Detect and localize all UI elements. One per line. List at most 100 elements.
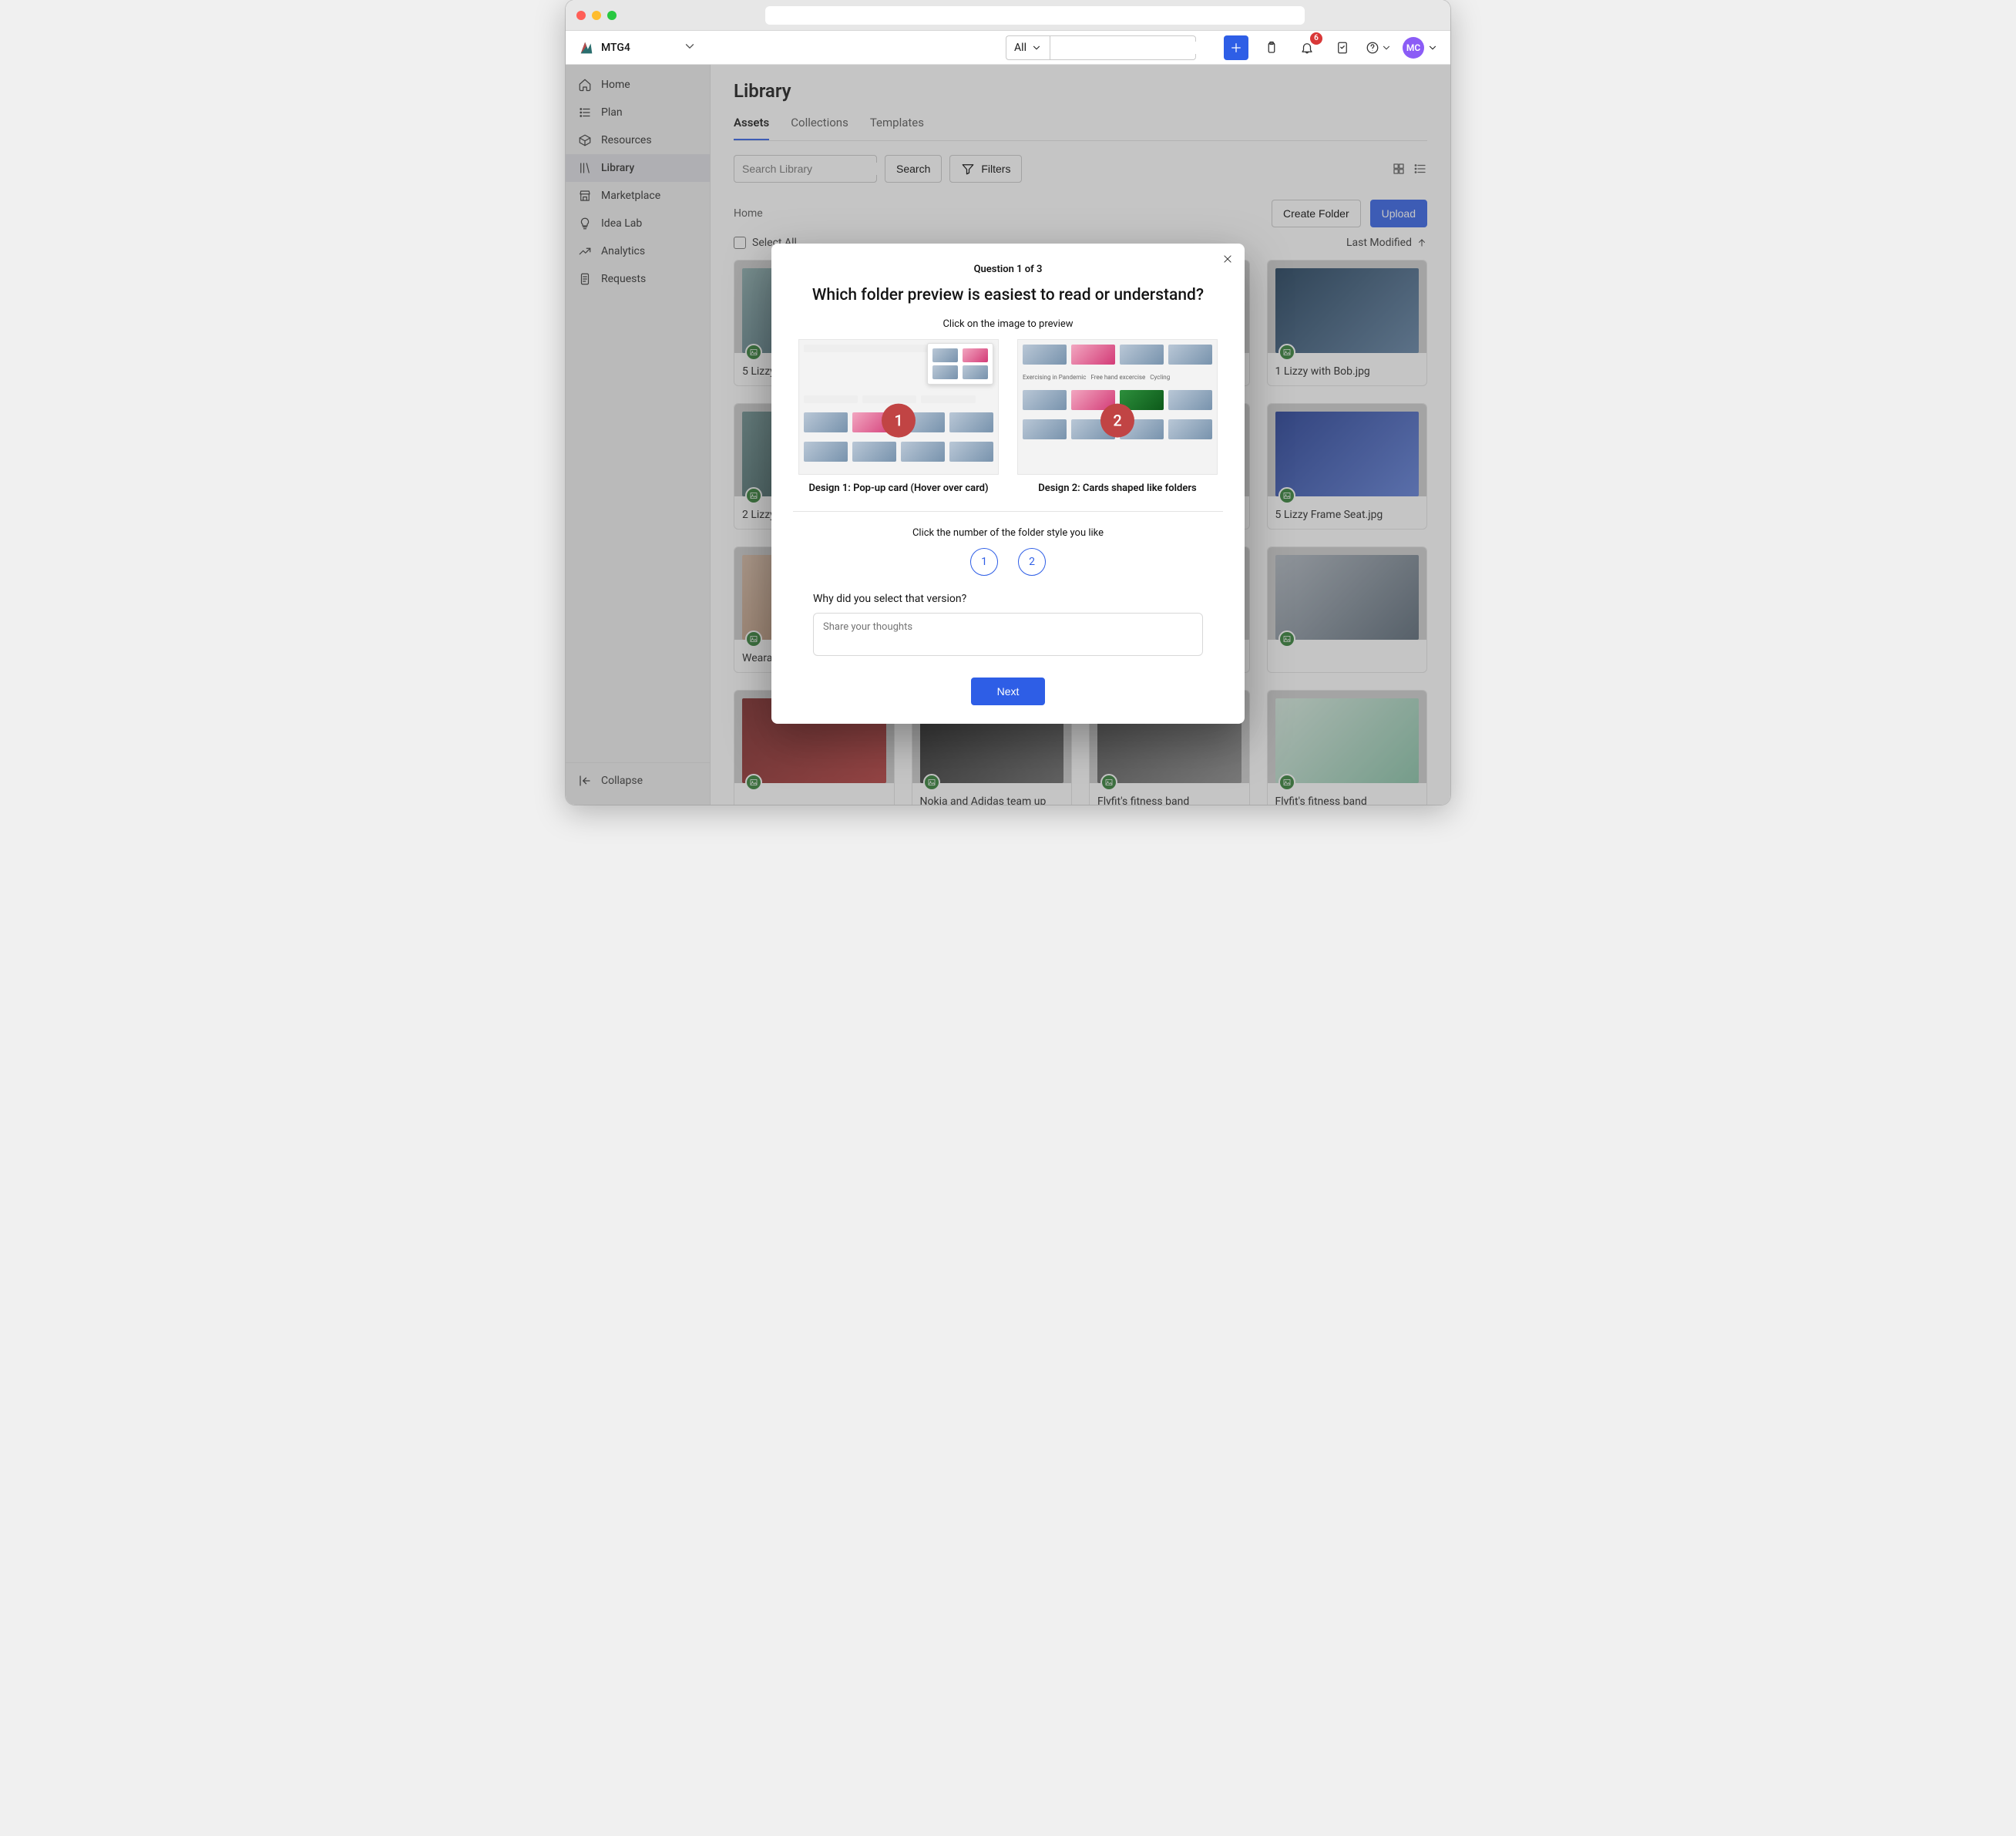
sidebar-item-idea-lab[interactable]: Idea Lab xyxy=(566,210,710,237)
why-label: Why did you select that version? xyxy=(813,593,1203,605)
close-icon xyxy=(1222,254,1233,264)
vote-2-button[interactable]: 2 xyxy=(1018,548,1046,576)
option-2[interactable]: Exercising in PandemicFree hand excercis… xyxy=(1017,339,1218,494)
app-header: MTG4 All 6 xyxy=(566,31,1450,65)
why-textarea[interactable] xyxy=(813,613,1203,656)
tab-templates[interactable]: Templates xyxy=(870,109,924,140)
window-close-dot[interactable] xyxy=(576,11,586,20)
breadcrumb-row: Home Create Folder Upload xyxy=(734,200,1427,227)
image-type-badge xyxy=(923,774,940,791)
sidebar-item-label: Resources xyxy=(601,134,652,146)
vote-1-button[interactable]: 1 xyxy=(970,548,998,576)
clipboard-button[interactable] xyxy=(1259,35,1284,60)
next-button[interactable]: Next xyxy=(971,678,1045,705)
asset-thumbnail xyxy=(1268,261,1427,353)
grid-view-icon[interactable] xyxy=(1392,162,1406,176)
asset-card[interactable]: 5 Lizzy Frame Seat.jpg xyxy=(1267,403,1428,530)
collapse-sidebar-button[interactable]: Collapse xyxy=(566,762,710,799)
library-icon xyxy=(578,161,592,175)
list-view-icon[interactable] xyxy=(1413,162,1427,176)
library-toolbar: Search Filters xyxy=(734,155,1427,183)
clipboard-icon xyxy=(1265,41,1278,55)
list-icon xyxy=(578,106,592,119)
tab-assets[interactable]: Assets xyxy=(734,109,769,140)
search-scope-label: All xyxy=(1014,42,1026,54)
arrow-up-icon xyxy=(1416,237,1427,248)
user-menu[interactable]: MC xyxy=(1403,37,1438,59)
filters-button[interactable]: Filters xyxy=(949,155,1022,183)
image-type-badge xyxy=(1278,630,1295,647)
vote-row: 1 2 xyxy=(793,548,1223,576)
sidebar-item-label: Idea Lab xyxy=(601,217,642,230)
box-icon xyxy=(578,133,592,147)
global-search-input[interactable] xyxy=(1057,42,1196,54)
sidebar-item-label: Analytics xyxy=(601,245,645,257)
bulb-icon xyxy=(578,217,592,230)
sidebar-item-analytics[interactable]: Analytics xyxy=(566,237,710,265)
sidebar: Home Plan Resources Library Marketplace Idea … xyxy=(566,65,711,805)
notification-badge: 6 xyxy=(1310,32,1322,45)
plus-icon xyxy=(1229,41,1243,55)
sidebar-item-label: Library xyxy=(601,162,634,174)
doc-icon xyxy=(578,272,592,286)
option-1[interactable]: 1 Design 1: Pop-up card (Hover over card… xyxy=(798,339,999,494)
asset-thumbnail xyxy=(1268,691,1427,783)
sort-label: Last Modified xyxy=(1346,237,1412,249)
window-max-dot[interactable] xyxy=(607,11,617,20)
sidebar-item-plan[interactable]: Plan xyxy=(566,99,710,126)
chevron-down-icon xyxy=(1427,42,1438,53)
asset-card[interactable]: Flyfit's fitness band attaches... xyxy=(1267,690,1428,805)
sidebar-item-label: Plan xyxy=(601,106,623,119)
checkbox-icon xyxy=(734,237,746,249)
asset-thumbnail xyxy=(1268,404,1427,496)
window-min-dot[interactable] xyxy=(592,11,601,20)
create-folder-button[interactable]: Create Folder xyxy=(1272,200,1361,227)
library-search-input[interactable] xyxy=(742,163,882,175)
tab-collections[interactable]: Collections xyxy=(791,109,848,140)
modal-options: 1 Design 1: Pop-up card (Hover over card… xyxy=(793,339,1223,512)
search-button[interactable]: Search xyxy=(885,155,942,183)
sort-control[interactable]: Last Modified xyxy=(1346,237,1427,249)
workspace-name: MTG4 xyxy=(601,42,677,54)
asset-card[interactable]: 1 Lizzy with Bob.jpg xyxy=(1267,260,1428,386)
help-icon xyxy=(1366,41,1379,55)
global-search: All xyxy=(1006,35,1196,60)
help-button[interactable] xyxy=(1366,35,1392,60)
filter-icon xyxy=(961,162,975,176)
workspace-switcher[interactable]: MTG4 xyxy=(578,39,697,56)
url-bar[interactable] xyxy=(765,6,1305,25)
sidebar-item-resources[interactable]: Resources xyxy=(566,126,710,154)
sidebar-item-home[interactable]: Home xyxy=(566,71,710,99)
sidebar-item-library[interactable]: Library xyxy=(566,154,710,182)
chevron-down-icon xyxy=(1381,42,1392,53)
modal-vote-hint: Click the number of the folder style you… xyxy=(793,527,1223,539)
breadcrumb[interactable]: Home xyxy=(734,207,763,220)
search-scope-select[interactable]: All xyxy=(1006,35,1050,60)
modal-close-button[interactable] xyxy=(1218,250,1237,268)
image-type-badge xyxy=(1278,774,1295,791)
library-search[interactable] xyxy=(734,155,877,183)
checklist-icon xyxy=(1336,41,1349,55)
modal-step: Question 1 of 3 xyxy=(793,264,1223,275)
brand-logo-icon xyxy=(578,39,595,56)
sidebar-item-label: Marketplace xyxy=(601,190,660,202)
notifications-button[interactable]: 6 xyxy=(1295,35,1319,60)
filters-label: Filters xyxy=(981,163,1010,175)
upload-button[interactable]: Upload xyxy=(1370,200,1427,227)
image-type-badge xyxy=(1278,344,1295,361)
option-2-caption: Design 2: Cards shaped like folders xyxy=(1017,483,1218,494)
survey-modal: Question 1 of 3 Which folder preview is … xyxy=(771,244,1245,724)
tasks-button[interactable] xyxy=(1330,35,1355,60)
create-button[interactable] xyxy=(1224,35,1248,60)
modal-title: Which folder preview is easiest to read … xyxy=(793,286,1223,304)
sidebar-item-marketplace[interactable]: Marketplace xyxy=(566,182,710,210)
page-title: Library xyxy=(734,80,1427,102)
asset-card[interactable] xyxy=(1267,546,1428,673)
window-titlebar xyxy=(566,0,1450,31)
store-icon xyxy=(578,189,592,203)
trend-icon xyxy=(578,244,592,258)
global-search-field[interactable] xyxy=(1050,35,1196,60)
collapse-label: Collapse xyxy=(601,775,643,787)
option-2-image: Exercising in PandemicFree hand excercis… xyxy=(1017,339,1218,475)
sidebar-item-requests[interactable]: Requests xyxy=(566,265,710,293)
